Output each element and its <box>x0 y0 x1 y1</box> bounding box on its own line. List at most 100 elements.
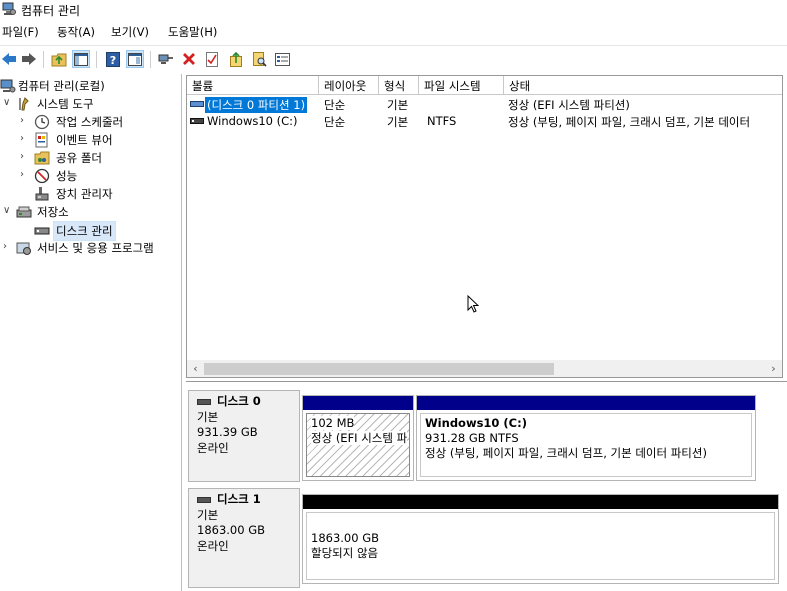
disk-row: 디스크 1 기본 1863.00 GB 온라인 1863.00 GB 할당되지 … <box>188 488 783 588</box>
partition-body: 102 MB 정상 (EFI 시스템 파 <box>306 413 410 477</box>
menu-view[interactable]: 보기(V) <box>111 24 149 40</box>
export-icon[interactable] <box>227 50 245 68</box>
connect-icon[interactable] <box>157 50 175 68</box>
disk-kind: 기본 <box>197 409 219 424</box>
disk-row: 디스크 0 기본 931.39 GB 온라인 102 MB 정상 (EFI 시스… <box>188 390 783 482</box>
svg-text:?: ? <box>110 54 116 67</box>
column-header-volume[interactable]: 볼륨 <box>187 76 319 95</box>
partition-unallocated[interactable]: 1863.00 GB 할당되지 않음 <box>302 494 779 584</box>
cell-status: 정상 (부팅, 페이지 파일, 크래시 덤프, 기본 데이터 <box>508 115 751 129</box>
tree-label-task-scheduler: 작업 스케줄러 <box>56 115 124 129</box>
column-header-filesystem[interactable]: 파일 시스템 <box>419 76 504 95</box>
menu-action[interactable]: 동작(A) <box>57 24 95 40</box>
partition-size: 1863.00 GB <box>311 531 380 545</box>
tree-node-shared-folders[interactable]: › 공유 폴더 <box>0 149 182 167</box>
storage-icon <box>16 206 32 218</box>
tree-label-system-tools: 시스템 도구 <box>37 97 94 111</box>
find-icon[interactable] <box>250 50 268 68</box>
chevron-down-icon[interactable]: ∨ <box>3 97 13 109</box>
tree-node-root[interactable]: 컴퓨터 관리(로컬) <box>0 77 182 95</box>
tree-label-root: 컴퓨터 관리(로컬) <box>18 79 105 93</box>
disk-name: 디스크 1 <box>197 492 299 508</box>
up-folder-icon[interactable] <box>50 50 68 68</box>
list-icon[interactable] <box>273 50 291 68</box>
navigation-tree: 컴퓨터 관리(로컬) ∨ 시스템 도구 › 작업 스케줄러 › 이벤트 뷰어 ›… <box>0 74 182 591</box>
partition-bar <box>303 396 413 410</box>
disk-layout-pane: 디스크 0 기본 931.39 GB 온라인 102 MB 정상 (EFI 시스… <box>186 381 787 591</box>
partition-windows[interactable]: Windows10 (C:) 931.28 GB NTFS 정상 (부팅, 페이… <box>416 395 756 481</box>
menu-file[interactable]: 파일(F) <box>2 24 39 40</box>
cell-volume: (디스크 0 파티션 1) <box>205 97 308 113</box>
disk-size: 1863.00 GB <box>197 523 266 537</box>
tree-label-disk-management: 디스크 관리 <box>53 221 116 241</box>
show-tree-icon[interactable] <box>72 50 90 68</box>
tree-label-event-viewer: 이벤트 뷰어 <box>56 133 113 147</box>
scroll-right-icon[interactable]: › <box>765 360 782 377</box>
computer-management-icon <box>2 2 16 15</box>
partition-size: 931.28 GB NTFS <box>425 431 519 445</box>
menu-help[interactable]: 도움말(H) <box>168 24 217 40</box>
forward-icon[interactable] <box>20 50 38 68</box>
column-header-status[interactable]: 상태 <box>504 76 782 95</box>
partition-title: Windows10 (C:) <box>425 416 527 430</box>
tree-node-performance[interactable]: › 성능 <box>0 167 182 185</box>
table-row[interactable]: Windows10 (C:) 단순 기본 NTFS 정상 (부팅, 페이지 파일… <box>187 113 782 130</box>
computer-management-icon <box>0 79 16 93</box>
partition-status: 정상 (부팅, 페이지 파일, 크래시 덤프, 기본 데이터 파티션) <box>425 446 707 460</box>
disk-state: 온라인 <box>197 440 229 455</box>
horizontal-scrollbar[interactable]: ‹ › <box>187 360 782 377</box>
event-viewer-icon <box>35 132 48 148</box>
partition-bar <box>417 396 755 410</box>
chevron-down-icon[interactable]: ∨ <box>3 205 13 217</box>
chevron-right-icon[interactable]: › <box>3 241 13 253</box>
partition-body: 1863.00 GB 할당되지 않음 <box>306 512 775 580</box>
tree-node-system-tools[interactable]: ∨ 시스템 도구 <box>0 95 182 113</box>
shared-folder-icon <box>34 151 50 165</box>
cell-filesystem: NTFS <box>427 114 457 128</box>
disk-info[interactable]: 디스크 0 기본 931.39 GB 온라인 <box>188 390 300 482</box>
chevron-right-icon[interactable]: › <box>20 115 30 127</box>
partition-size: 102 MB <box>311 416 355 430</box>
help-icon[interactable]: ? <box>104 50 122 68</box>
performance-icon <box>34 168 50 184</box>
services-icon <box>16 242 31 255</box>
tree-node-device-manager[interactable]: 장치 관리자 <box>0 185 182 203</box>
chevron-right-icon[interactable]: › <box>20 169 30 181</box>
tree-label-device-manager: 장치 관리자 <box>56 187 113 201</box>
tree-label-services: 서비스 및 응용 프로그램 <box>37 241 154 255</box>
menu-bar: 파일(F) 동작(A) 보기(V) 도움말(H) <box>0 22 787 42</box>
tree-node-task-scheduler[interactable]: › 작업 스케줄러 <box>0 113 182 131</box>
tree-node-storage[interactable]: ∨ 저장소 <box>0 203 182 221</box>
cell-layout: 단순 <box>324 98 346 112</box>
scroll-left-icon[interactable]: ‹ <box>187 360 204 377</box>
chevron-right-icon[interactable]: › <box>20 151 30 163</box>
table-row[interactable]: (디스크 0 파티션 1) 단순 기본 정상 (EFI 시스템 파티션) <box>187 96 782 113</box>
tree-node-event-viewer[interactable]: › 이벤트 뷰어 <box>0 131 182 149</box>
toolbar: ? <box>0 45 787 73</box>
disk-kind: 기본 <box>197 507 219 522</box>
properties-check-icon[interactable] <box>203 50 221 68</box>
console-view-icon[interactable] <box>126 50 144 68</box>
disk-info[interactable]: 디스크 1 기본 1863.00 GB 온라인 <box>188 488 300 588</box>
chevron-right-icon[interactable]: › <box>20 133 30 145</box>
scrollbar-thumb[interactable] <box>204 363 554 375</box>
delete-icon[interactable] <box>180 50 198 68</box>
partition-bar <box>303 495 778 509</box>
volume-icon <box>190 118 204 124</box>
tree-node-services[interactable]: › 서비스 및 응용 프로그램 <box>0 239 182 257</box>
column-header-type[interactable]: 형식 <box>379 76 419 95</box>
column-header-layout[interactable]: 레이아웃 <box>319 76 379 95</box>
disk-management-icon <box>34 227 50 235</box>
volume-icon <box>190 101 204 107</box>
mouse-cursor-icon <box>467 295 479 313</box>
volume-list: 볼륨 레이아웃 형식 파일 시스템 상태 (디스크 0 파티션 1) 단순 기본… <box>186 75 783 378</box>
cell-volume: Windows10 (C:) <box>207 114 298 128</box>
device-manager-icon <box>35 187 49 201</box>
disk-state: 온라인 <box>197 538 229 553</box>
back-icon[interactable] <box>0 50 18 68</box>
tree-node-disk-management[interactable]: 디스크 관리 <box>0 221 182 241</box>
title-bar: 컴퓨터 관리 <box>0 0 787 20</box>
tree-label-performance: 성능 <box>56 169 78 183</box>
cell-status: 정상 (EFI 시스템 파티션) <box>508 98 630 112</box>
partition-efi[interactable]: 102 MB 정상 (EFI 시스템 파 <box>302 395 414 481</box>
